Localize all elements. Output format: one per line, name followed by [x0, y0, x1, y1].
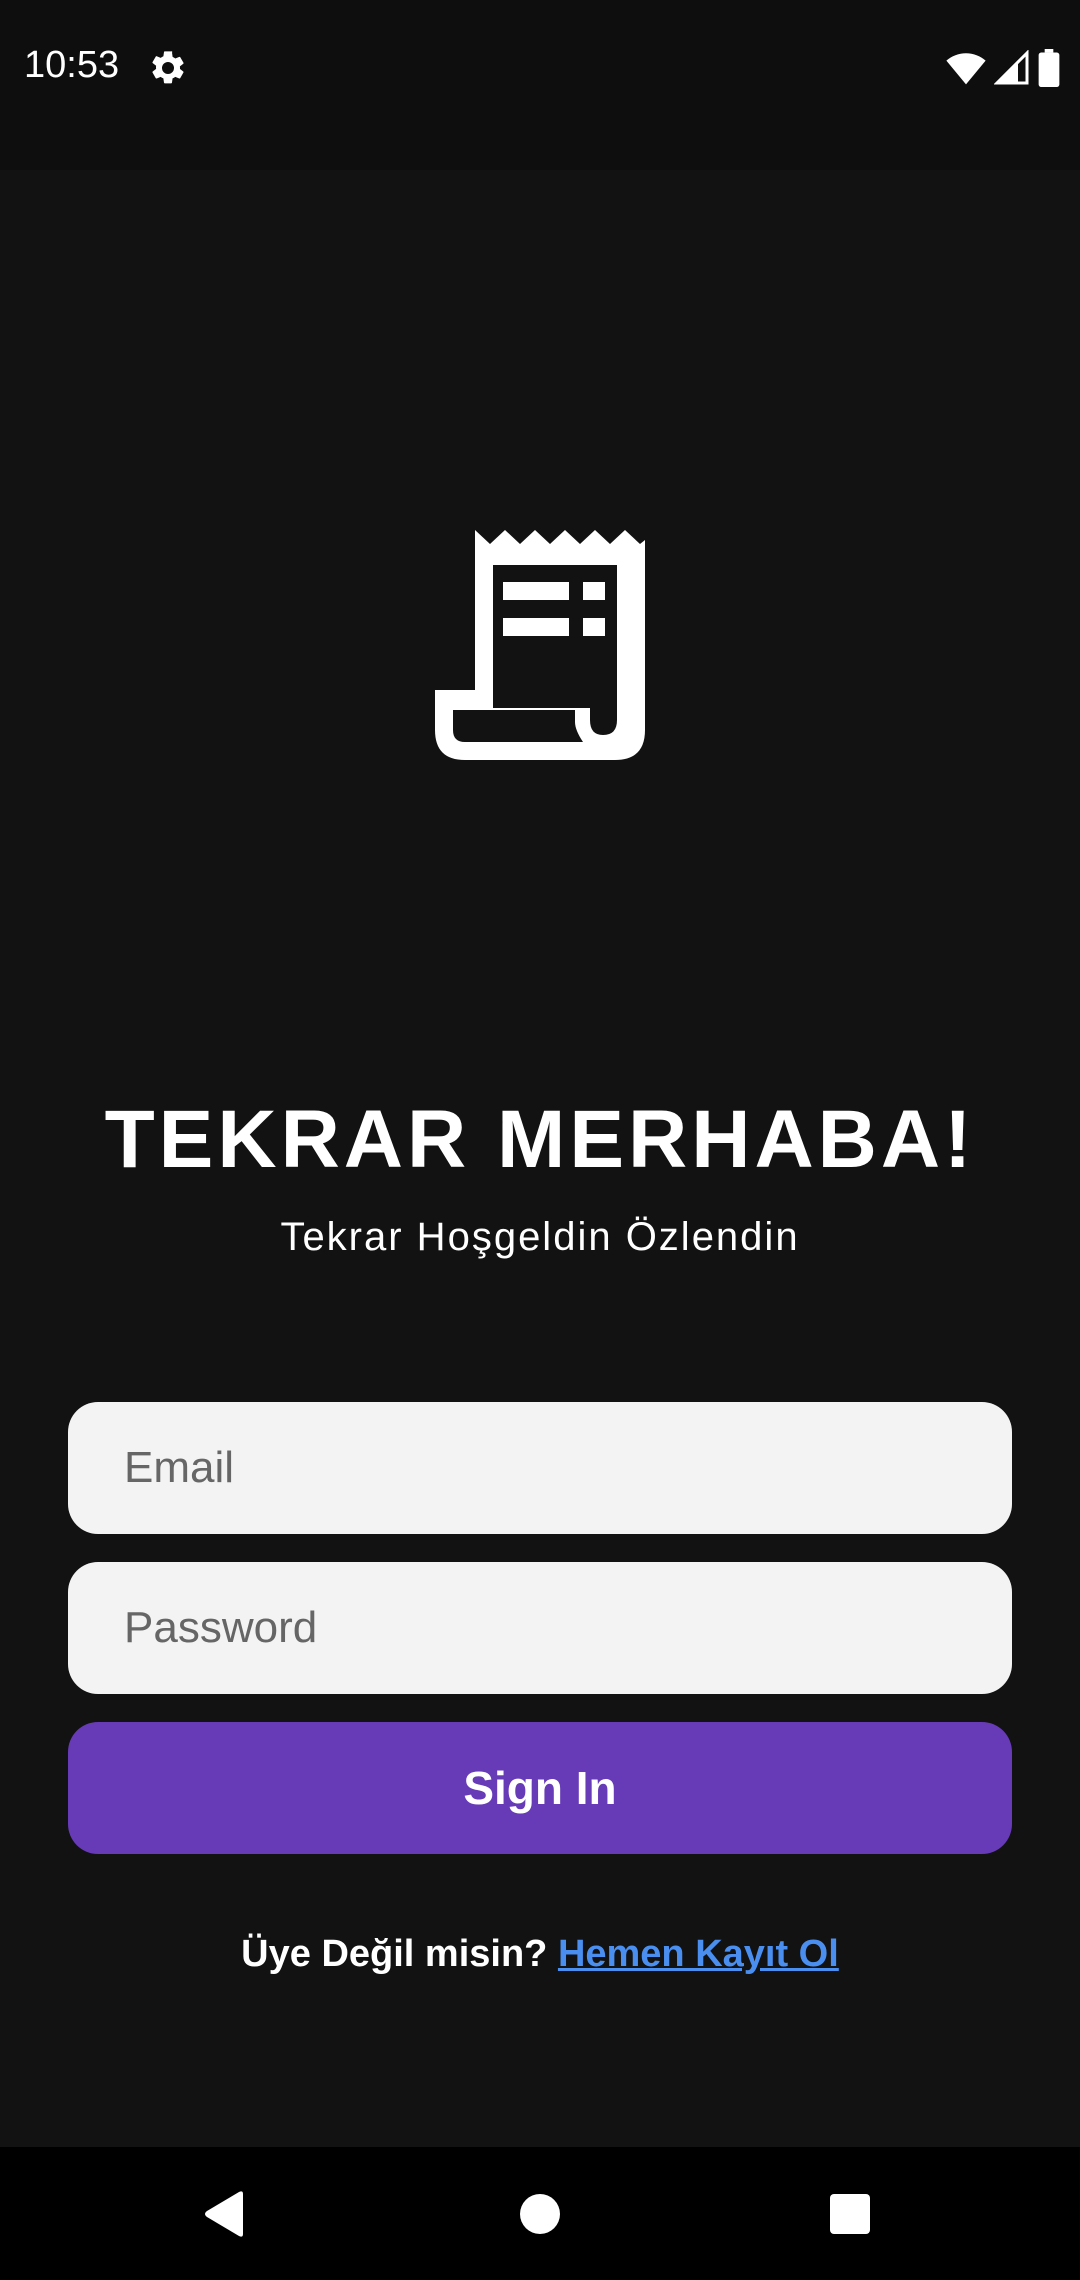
- back-icon: [205, 2190, 243, 2237]
- sign-in-button[interactable]: Sign In: [68, 1722, 1012, 1854]
- wifi-icon: [946, 53, 986, 85]
- register-link[interactable]: Hemen Kayıt Ol: [558, 1933, 839, 1975]
- home-button[interactable]: [480, 2147, 600, 2280]
- status-bar: 10:53: [0, 0, 1080, 170]
- signal-icon: [994, 50, 1029, 85]
- login-screen: TEKRAR MERHABA! Tekrar Hoşgeldin Özlendi…: [0, 170, 1080, 2147]
- recents-icon: [830, 2193, 870, 2234]
- battery-icon: [1038, 49, 1060, 87]
- password-field[interactable]: [68, 1562, 1012, 1694]
- register-prompt: Üye Değil misin? Hemen Kayıt Ol: [0, 1933, 1080, 1976]
- status-time: 10:53: [24, 44, 120, 86]
- back-button[interactable]: [165, 2147, 285, 2280]
- register-question: Üye Değil misin?: [241, 1933, 548, 1975]
- email-field[interactable]: [68, 1402, 1012, 1534]
- home-icon: [520, 2193, 560, 2234]
- recents-button[interactable]: [790, 2147, 910, 2280]
- page-subtitle: Tekrar Hoşgeldin Özlendin: [280, 1215, 800, 1259]
- gear-icon: [152, 51, 184, 84]
- navigation-bar: [0, 2147, 1080, 2280]
- receipt-icon: [435, 530, 645, 760]
- status-icons: [946, 48, 1060, 88]
- page-title: TEKRAR MERHABA!: [104, 1094, 976, 1185]
